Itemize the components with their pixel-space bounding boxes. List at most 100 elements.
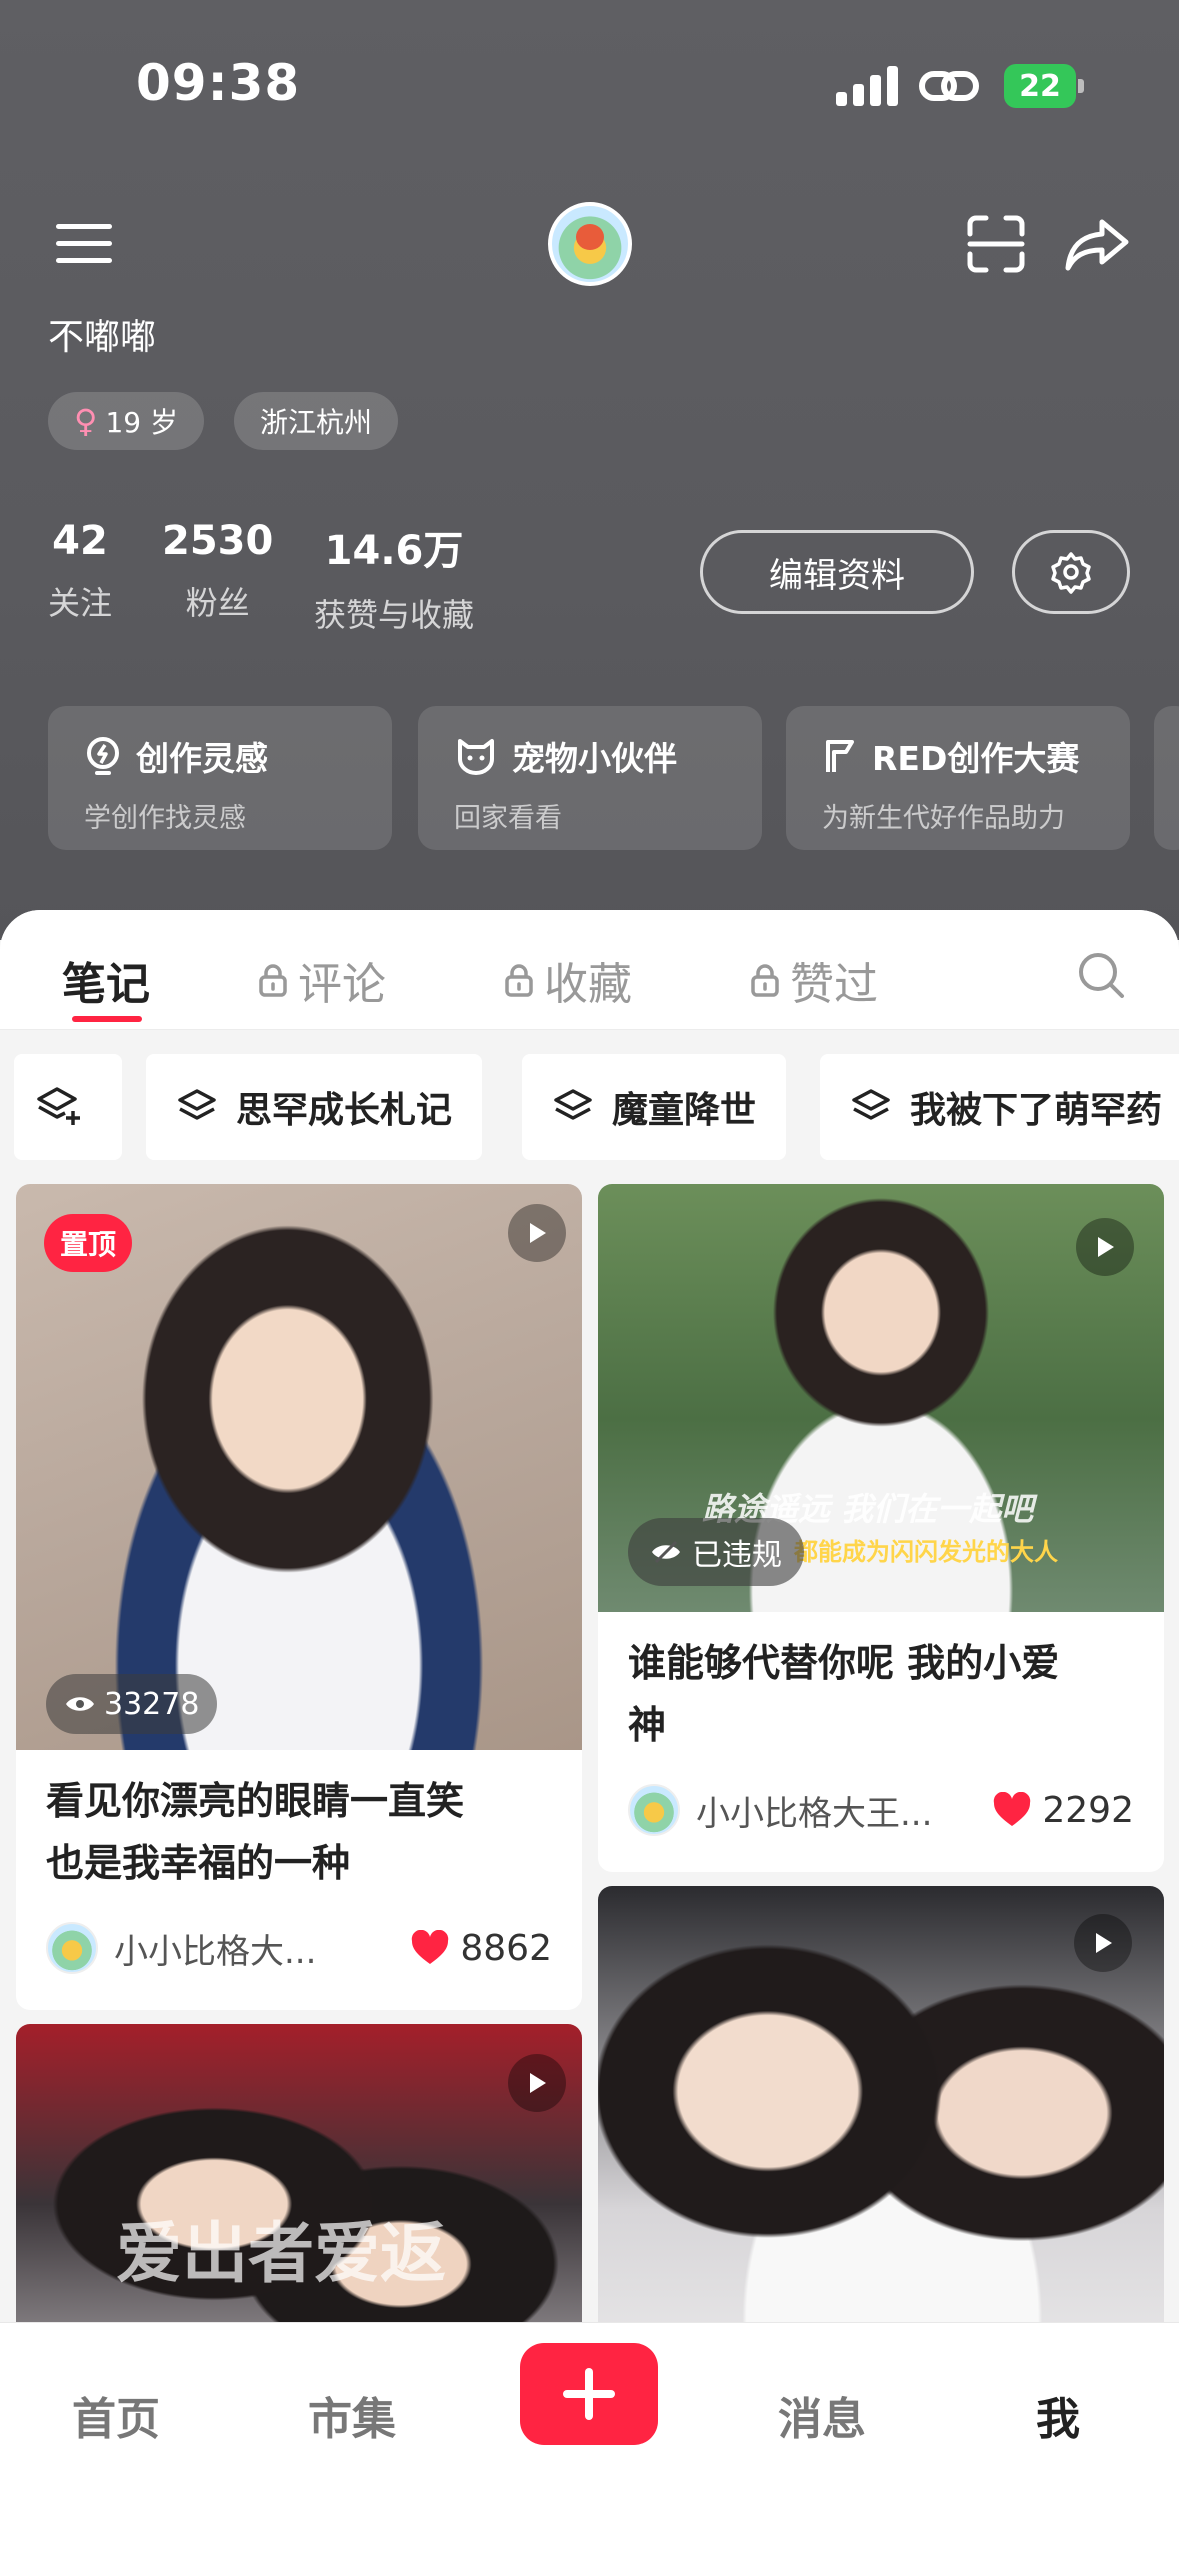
fans-count: 2530 [162, 518, 274, 564]
like-button[interactable]: 2292 [992, 1784, 1134, 1836]
note-card[interactable]: 置顶 33278 看见你漂亮的眼睛一直笑 也是我幸福的一种 小小比格大... 8… [16, 1184, 582, 2010]
layers-icon [178, 1089, 216, 1120]
feature-card-more[interactable] [1154, 706, 1179, 850]
feature-card-red-contest[interactable]: RED创作大赛 为新生代好作品助力 [786, 706, 1130, 850]
nav-home[interactable]: 首页 [72, 2383, 160, 2447]
avatar[interactable] [548, 202, 632, 286]
flag-icon [826, 740, 854, 772]
feature-title: 创作灵感 [136, 739, 268, 778]
note-title-line: 谁能够代替你呢 我的小爱 [628, 1641, 1060, 1685]
tab-collections[interactable]: 收藏 [504, 948, 632, 1012]
battery-level: 22 [1004, 64, 1076, 108]
share-icon[interactable] [1064, 214, 1130, 274]
tab-label: 赞过 [790, 959, 878, 1010]
tab-label: 收藏 [544, 959, 632, 1010]
age-tag: ♀ 19 岁 [48, 392, 204, 450]
cover-caption: 都能成为闪闪发光的大人 [794, 1538, 1058, 1566]
profile-nav-bar [0, 190, 1179, 300]
note-card[interactable]: 路途遥远 我们在一起吧 都能成为闪闪发光的大人 已违规 谁能够代替你呢 我的小爱… [598, 1184, 1164, 1872]
nav-me[interactable]: 我 [1036, 2383, 1080, 2447]
feature-card-inspiration[interactable]: 创作灵感 学创作找灵感 [48, 706, 392, 850]
collection-chip[interactable]: 我被下了萌罕药 [820, 1054, 1179, 1160]
profile-name: 不嘟嘟 [48, 317, 157, 358]
active-tab-indicator [72, 1016, 142, 1022]
video-play-icon [508, 2054, 566, 2112]
tab-notes[interactable]: 笔记 [62, 948, 150, 1012]
create-post-button[interactable] [520, 2343, 658, 2445]
layers-icon [554, 1089, 592, 1120]
gear-icon [1051, 552, 1091, 594]
status-bar: 09:38 22 [0, 0, 1179, 170]
feature-title: RED创作大赛 [872, 739, 1080, 778]
age-label: 19 岁 [105, 406, 178, 439]
lock-icon [259, 964, 287, 997]
following-stat[interactable]: 42 关注 [48, 518, 112, 624]
like-count: 8862 [460, 1927, 552, 1969]
nav-market[interactable]: 市集 [308, 2383, 396, 2447]
following-count: 42 [52, 518, 108, 564]
add-collection-button[interactable] [14, 1054, 122, 1160]
like-button[interactable]: 8862 [410, 1922, 552, 1974]
status-time: 09:38 [136, 54, 301, 112]
note-author[interactable]: 小小比格大王... [628, 1784, 932, 1836]
female-icon: ♀ [74, 402, 98, 440]
feature-subtitle: 学创作找灵感 [84, 803, 246, 834]
lock-icon [505, 964, 533, 997]
layers-icon [852, 1089, 890, 1120]
violation-label: 已违规 [692, 1538, 782, 1573]
cover-caption: 爱出者爱返 [116, 2215, 446, 2292]
collection-chip[interactable]: 魔童降世 [522, 1054, 787, 1160]
likes-stat[interactable]: 14.6万 获赞与收藏 [314, 518, 474, 636]
hidden-eye-icon [652, 1540, 680, 1564]
hotspot-link-icon [919, 71, 979, 101]
edit-profile-button[interactable]: 编辑资料 [700, 530, 974, 614]
video-play-icon [1076, 1218, 1134, 1276]
bottom-nav: 首页 市集 消息 我 [0, 2322, 1179, 2556]
author-avatar [628, 1784, 680, 1836]
collection-label: 魔童降世 [612, 1090, 757, 1131]
settings-button[interactable] [1012, 530, 1130, 614]
menu-icon[interactable] [56, 220, 112, 268]
violation-badge: 已违规 [628, 1518, 804, 1586]
tab-label: 评论 [298, 959, 386, 1010]
search-icon[interactable] [1076, 950, 1126, 1000]
pet-icon [458, 739, 494, 775]
lock-icon [751, 964, 779, 997]
location-tag: 浙江杭州 [234, 392, 399, 450]
tab-liked[interactable]: 赞过 [750, 948, 878, 1012]
video-play-icon [1074, 1914, 1132, 1972]
note-author[interactable]: 小小比格大... [46, 1922, 316, 1974]
feature-subtitle: 为新生代好作品助力 [822, 803, 1065, 834]
heart-icon [412, 1930, 449, 1964]
likes-count: 14.6万 [324, 528, 464, 574]
note-title-line: 神 [628, 1703, 667, 1747]
plus-icon [563, 2368, 615, 2420]
feature-title: 宠物小伙伴 [512, 739, 677, 778]
like-count: 2292 [1042, 1789, 1134, 1831]
author-name: 小小比格大... [114, 1931, 317, 1972]
add-collection-icon [37, 1087, 80, 1125]
author-name: 小小比格大王... [696, 1793, 933, 1834]
signal-icon [836, 66, 898, 106]
fans-stat[interactable]: 2530 粉丝 [162, 518, 273, 624]
following-label: 关注 [48, 584, 113, 622]
scan-icon[interactable] [966, 214, 1026, 274]
view-count: 33278 [104, 1686, 200, 1722]
video-play-icon [508, 1204, 566, 1262]
tab-comments[interactable]: 评论 [258, 948, 386, 1012]
heart-icon [994, 1792, 1031, 1826]
collection-label: 我被下了萌罕药 [910, 1090, 1163, 1131]
collection-chip[interactable]: 思罕成长札记 [146, 1054, 483, 1160]
content-sheet: 笔记 评论 收藏 赞过 思罕成长札记 魔童降世 我被下了萌罕药 置顶 33278… [0, 910, 1179, 2556]
bulb-icon [87, 737, 119, 775]
feature-card-pets[interactable]: 宠物小伙伴 回家看看 [418, 706, 762, 850]
profile-tabs: 笔记 评论 收藏 赞过 [0, 910, 1179, 1030]
eye-icon [66, 1697, 94, 1711]
feature-subtitle: 回家看看 [454, 803, 562, 834]
pinned-badge: 置顶 [44, 1214, 133, 1272]
note-title-line: 看见你漂亮的眼睛一直笑 [46, 1779, 465, 1823]
nav-messages[interactable]: 消息 [778, 2383, 866, 2447]
note-title-line: 也是我幸福的一种 [46, 1841, 351, 1885]
battery-icon: 22 [1004, 64, 1084, 108]
collection-label: 思罕成长札记 [236, 1090, 453, 1131]
